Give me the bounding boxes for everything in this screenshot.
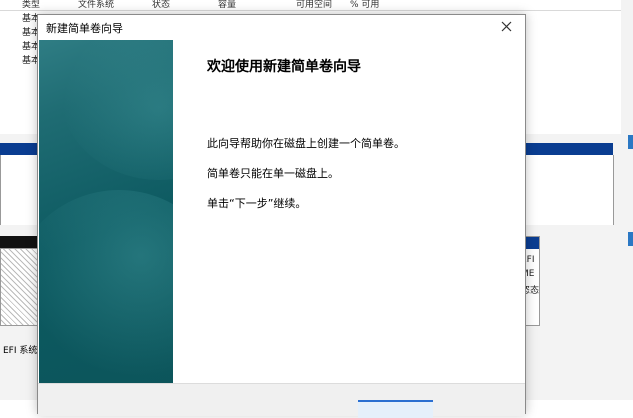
new-simple-volume-wizard: 新建简单卷向导 欢迎使用新建简单卷向导 此向导帮助你在磁盘上创建一个简单卷。 简… xyxy=(37,14,526,418)
wizard-content: 欢迎使用新建简单卷向导 此向导帮助你在磁盘上创建一个简单卷。 简单卷只能在单一磁… xyxy=(173,40,525,385)
close-icon xyxy=(501,21,512,32)
disk0-efi-partition[interactable]: EFI 系统分 xyxy=(0,155,46,356)
wizard-description: 简单卷只能在单一磁盘上。 xyxy=(207,167,339,180)
wizard-description: 此向导帮助你在磁盘上创建一个简单卷。 xyxy=(207,137,405,150)
column-free-space[interactable]: 可用空间 xyxy=(296,0,332,10)
wizard-banner-image xyxy=(39,40,173,385)
selection-edge xyxy=(628,135,633,149)
close-button[interactable] xyxy=(489,15,525,40)
disk1-unallocated[interactable] xyxy=(0,248,40,326)
wizard-heading: 欢迎使用新建简单卷向导 xyxy=(207,59,361,75)
selection-edge xyxy=(628,232,633,246)
disk0-partition-bar xyxy=(0,143,40,155)
banner-highlight xyxy=(39,190,173,385)
disk0-partition-bar-right xyxy=(520,143,613,155)
column-capacity[interactable]: 容量 xyxy=(218,0,236,10)
column-percent-free[interactable]: % 可用 xyxy=(350,0,379,10)
dialog-title: 新建简单卷向导 xyxy=(46,22,123,35)
disk1-unallocated-bar xyxy=(0,236,40,248)
wizard-instruction: 单击“下一步”继续。 xyxy=(207,197,307,210)
window-edge xyxy=(621,0,633,400)
banner-highlight xyxy=(59,40,173,180)
next-button[interactable] xyxy=(358,400,433,418)
dialog-titlebar[interactable]: 新建简单卷向导 xyxy=(38,15,525,40)
disk0-partition-right[interactable] xyxy=(520,155,614,225)
volume-list-header: 类型 文件系统 状态 容量 可用空间 % 可用 xyxy=(0,0,633,11)
column-status[interactable]: 状态 xyxy=(152,0,170,10)
column-filesystem[interactable]: 文件系统 xyxy=(78,0,114,10)
column-type[interactable]: 类型 xyxy=(22,0,40,10)
